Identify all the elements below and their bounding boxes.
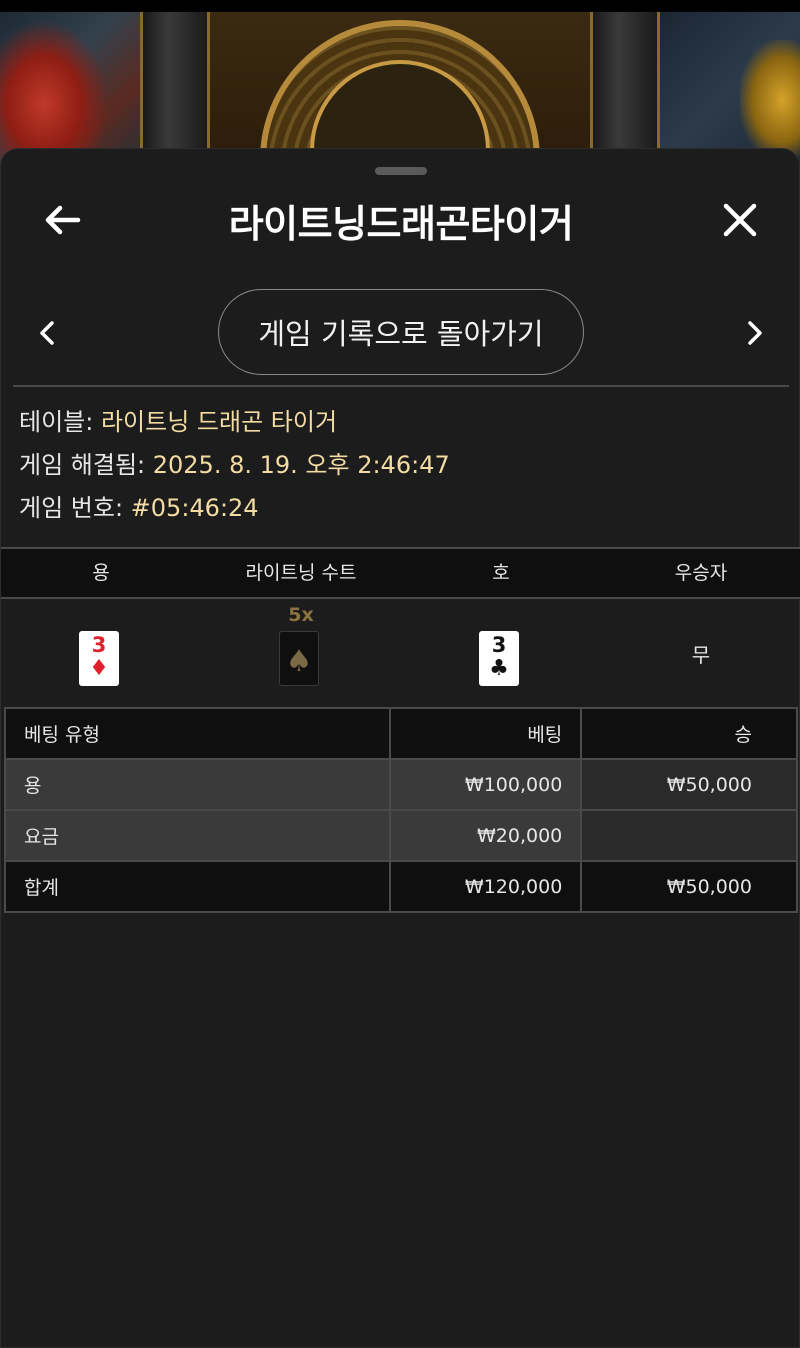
header-win-amount: 승 xyxy=(580,707,798,760)
next-game-button[interactable] xyxy=(737,313,773,353)
header-dragon: 용 xyxy=(92,562,110,584)
close-icon xyxy=(723,203,757,237)
bet-type: 요금 xyxy=(4,809,391,862)
win-amount xyxy=(580,809,798,862)
resolved-value: 2025. 8. 19. 오후 2:46:47 xyxy=(152,451,450,479)
tiger-card: 3 ♣ xyxy=(479,631,519,686)
dragon-card-rank: 3 xyxy=(91,633,107,657)
bet-table: 베팅 유형 베팅 승 용 ₩100,000 ₩50,000 요금 ₩20,000… xyxy=(4,707,798,913)
resolved-label: 게임 해결됨: xyxy=(19,451,153,479)
lightning-suit-cell: 5x ♠ xyxy=(201,599,401,707)
arrow-left-icon xyxy=(45,205,81,235)
bet-amount: ₩20,000 xyxy=(388,809,583,862)
game-background xyxy=(0,0,800,170)
total-bet-amount: ₩120,000 xyxy=(388,860,583,913)
chevron-left-icon xyxy=(40,321,54,345)
back-to-history-button[interactable]: 게임 기록으로 돌아가기 xyxy=(218,289,584,375)
page-title: 라이트닝드래곤타이거 xyxy=(228,202,574,246)
table-value: 라이트닝 드래곤 타이거 xyxy=(100,408,338,436)
history-navigation: 게임 기록으로 돌아가기 xyxy=(1,289,800,375)
table-label: 테이블: xyxy=(19,408,101,436)
background-pillar-left xyxy=(140,12,210,170)
chevron-right-icon xyxy=(748,321,762,345)
club-icon: ♣ xyxy=(489,656,509,681)
game-info: 테이블: 라이트닝 드래곤 타이거 게임 해결됨: 2025. 8. 19. 오… xyxy=(19,405,789,534)
win-amount: ₩50,000 xyxy=(580,758,798,811)
result-table-row: 3 ♦ 5x ♠ 3 ♣ 무 xyxy=(1,599,800,707)
game-number-info: 게임 번호: #05:46:24 xyxy=(19,491,789,534)
section-divider xyxy=(13,385,789,387)
header-winner: 우승자 xyxy=(674,562,728,584)
bet-type: 용 xyxy=(4,758,391,811)
table-row: 용 ₩100,000 ₩50,000 xyxy=(4,758,798,811)
tiger-artwork xyxy=(740,40,800,160)
result-table: 용 라이트닝 수트 호 우승자 3 ♦ 5x ♠ 3 ♣ 무 xyxy=(1,547,800,707)
tiger-card-rank: 3 xyxy=(491,633,507,657)
lightning-multiplier: 5x xyxy=(288,604,314,626)
dragon-artwork xyxy=(0,20,110,160)
header-bet-type: 베팅 유형 xyxy=(4,707,391,760)
table-row-total: 합계 ₩120,000 ₩50,000 xyxy=(4,860,798,913)
table-row: 요금 ₩20,000 xyxy=(4,809,798,862)
dragon-cell: 3 ♦ xyxy=(1,599,201,707)
sheet-header: 라이트닝드래곤타이거 xyxy=(1,179,800,259)
game-number-label: 게임 번호: xyxy=(19,494,131,522)
dragon-card: 3 ♦ xyxy=(79,631,119,686)
bet-amount: ₩100,000 xyxy=(388,758,583,811)
tiger-cell: 3 ♣ xyxy=(401,599,601,707)
lightning-suit-card: ♠ xyxy=(279,631,319,686)
table-info: 테이블: 라이트닝 드래곤 타이거 xyxy=(19,405,789,448)
bet-table-header: 베팅 유형 베팅 승 xyxy=(4,707,798,760)
header-bet-amount: 베팅 xyxy=(388,707,583,760)
previous-game-button[interactable] xyxy=(29,313,65,353)
background-pillar-right xyxy=(590,12,660,170)
total-label: 합계 xyxy=(4,860,391,913)
header-tiger: 호 xyxy=(492,562,510,584)
status-bar xyxy=(0,0,800,12)
header-lightning-suit: 라이트닝 수트 xyxy=(245,562,357,584)
resolved-info: 게임 해결됨: 2025. 8. 19. 오후 2:46:47 xyxy=(19,448,789,491)
spade-icon: ♠ xyxy=(285,644,313,679)
game-detail-sheet: 라이트닝드래곤타이거 게임 기록으로 돌아가기 테이블: 라이트닝 드래곤 타이… xyxy=(0,148,800,1348)
diamond-icon: ♦ xyxy=(89,656,109,681)
back-button[interactable] xyxy=(31,195,93,245)
sheet-grabber-handle[interactable] xyxy=(375,167,427,175)
total-win-amount: ₩50,000 xyxy=(580,860,798,913)
game-number-value: #05:46:24 xyxy=(130,494,259,522)
winner-cell: 무 xyxy=(601,599,800,707)
close-button[interactable] xyxy=(709,195,771,245)
winner-value: 무 xyxy=(691,643,711,667)
result-table-header: 용 라이트닝 수트 호 우승자 xyxy=(1,547,800,599)
